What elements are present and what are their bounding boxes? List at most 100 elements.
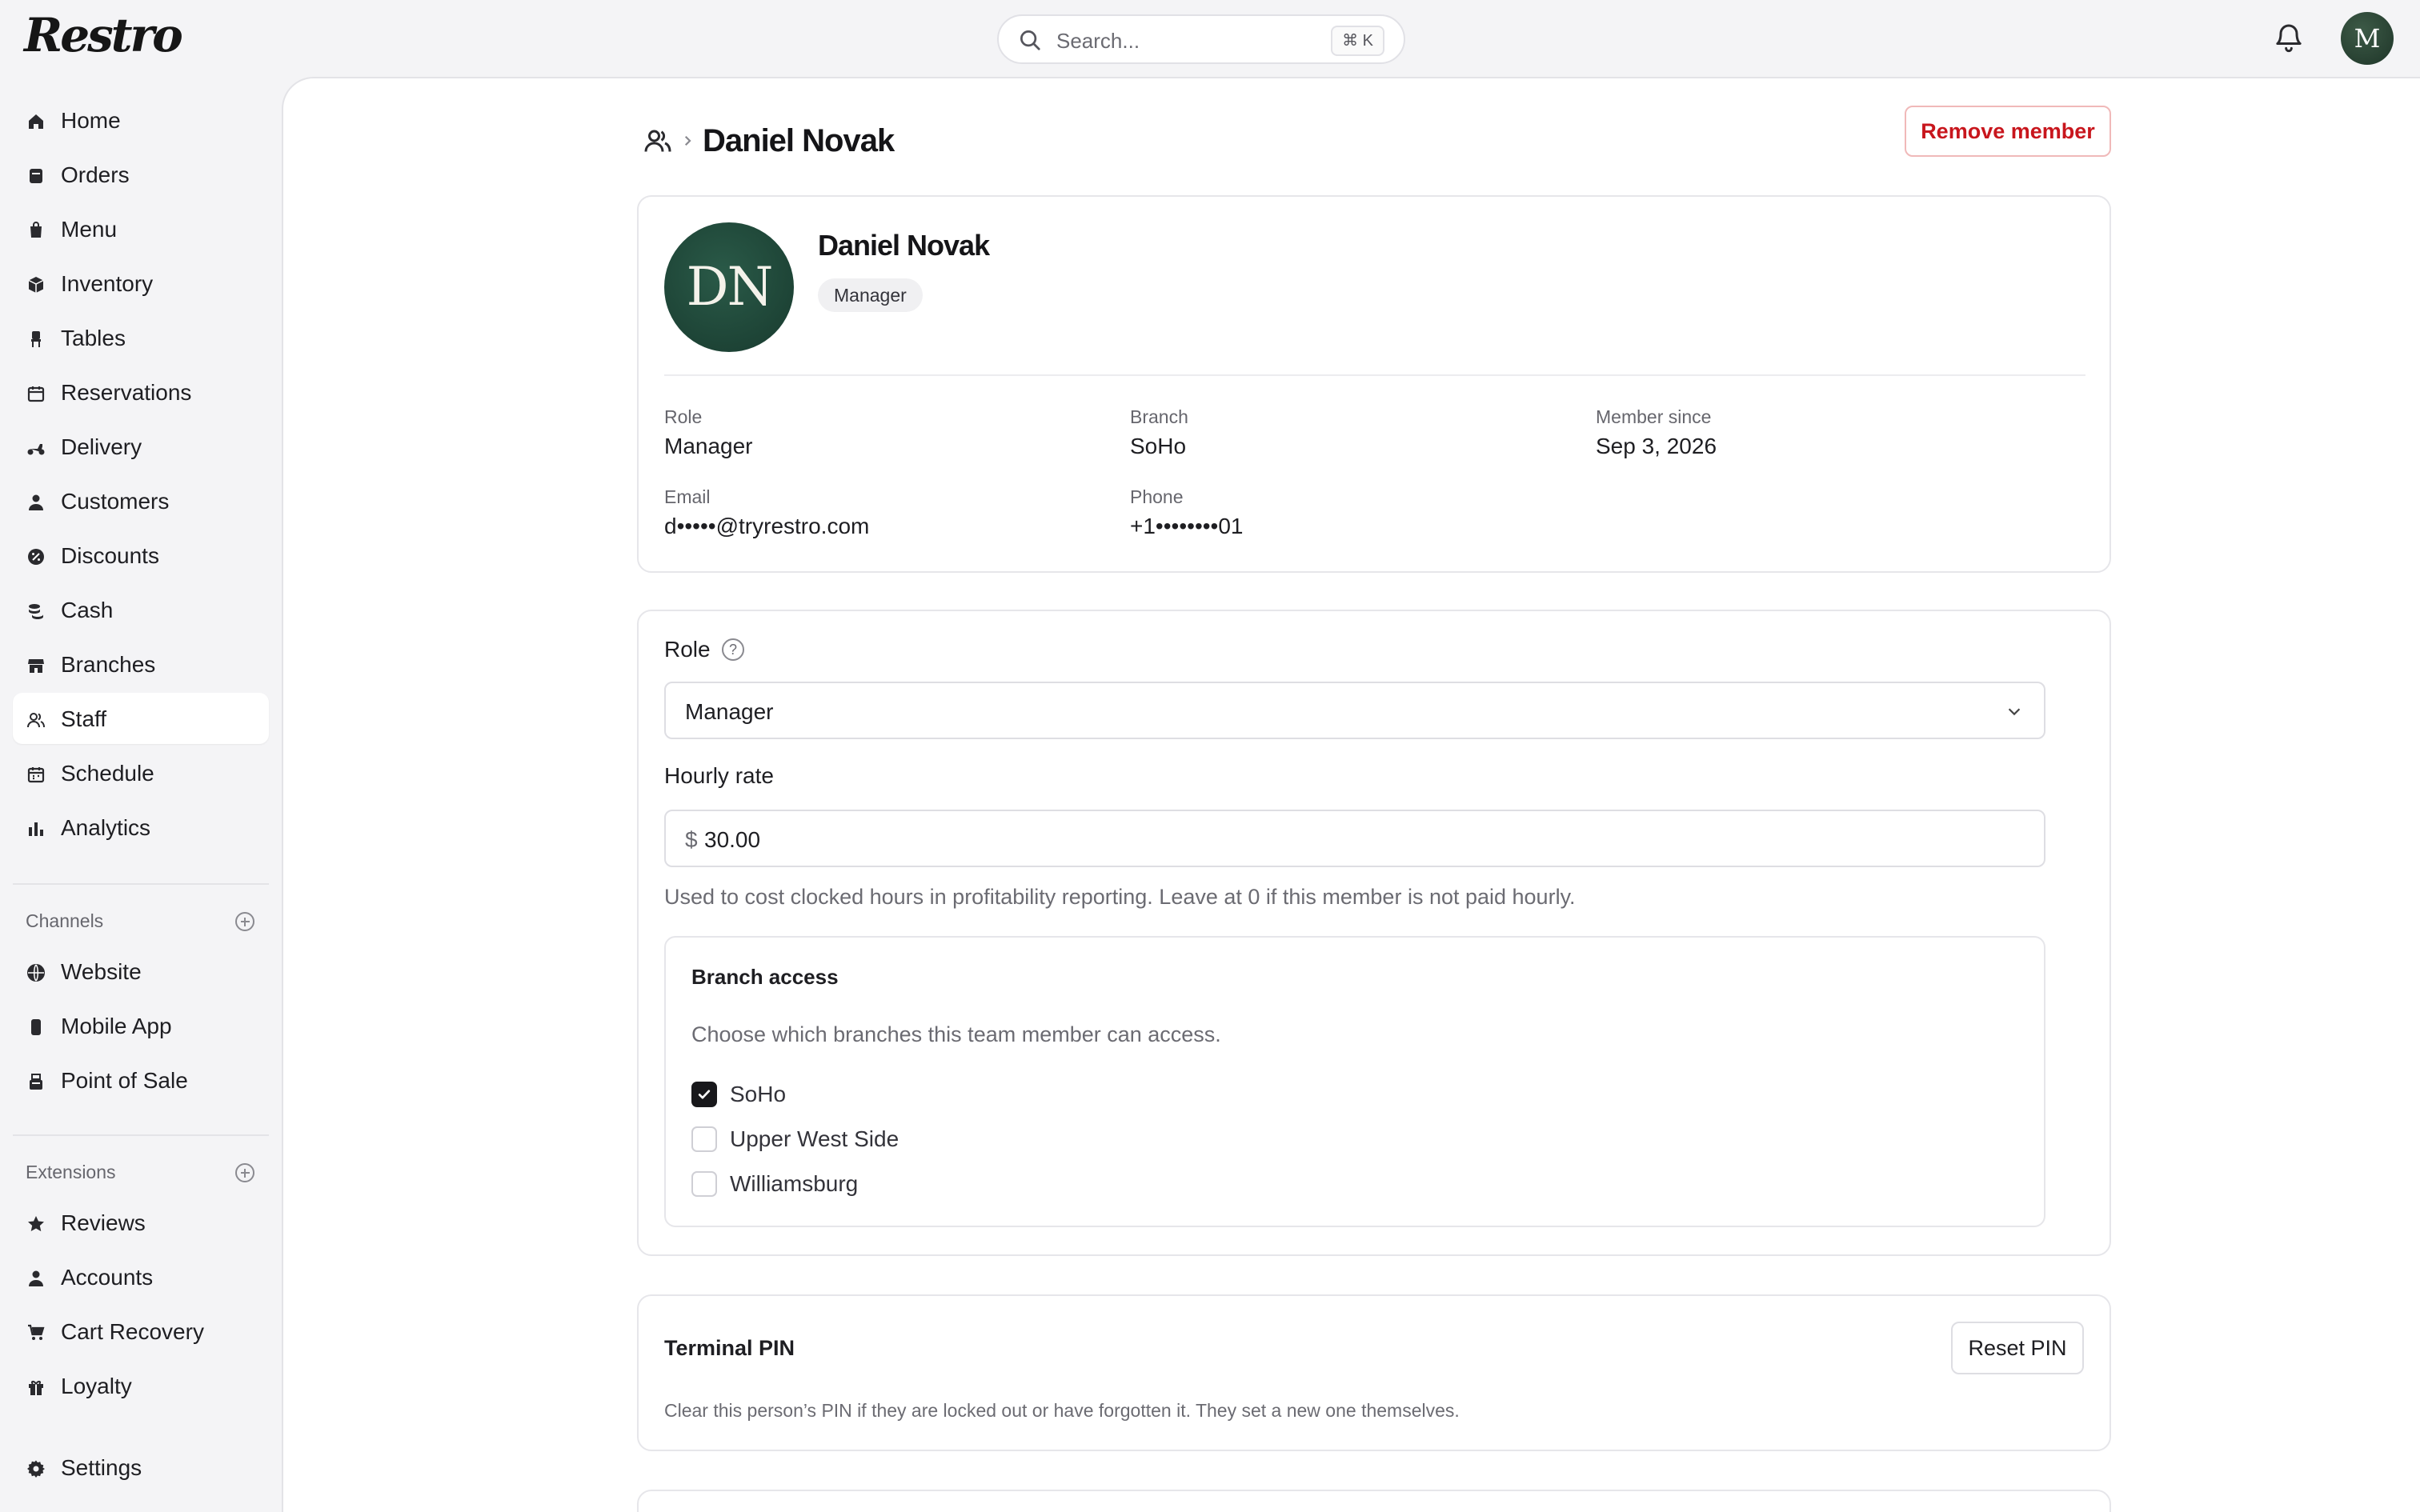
pos-icon: [30, 1074, 42, 1090]
reset-pin-button[interactable]: Reset PIN: [1951, 1322, 2084, 1374]
branch-access-title: Branch access: [691, 965, 839, 989]
role-field-label: Role: [664, 637, 711, 662]
role-select-value: Manager: [685, 699, 774, 724]
chevron-right-icon: [684, 135, 691, 146]
branch-option-williamsburg[interactable]: Williamsburg: [691, 1170, 1012, 1202]
scooter-icon: [27, 444, 45, 455]
branch-value: SoHo: [1130, 434, 1187, 458]
staff-icon[interactable]: [643, 126, 672, 155]
next-section-card: [637, 1490, 2111, 1512]
member-settings-card: Role ? Manager Hourly rate $ 30.00 Used …: [637, 610, 2111, 1256]
sidebar-item-label: Cart Recovery: [61, 1319, 204, 1344]
discount-icon: [28, 549, 44, 565]
sidebar-item-label: Loyalty: [61, 1374, 132, 1398]
card-divider: [664, 374, 2085, 376]
sidebar-item-reservations[interactable]: Reservations: [13, 366, 269, 418]
sidebar-item-label: Customers: [61, 489, 170, 514]
sidebar-item-website[interactable]: Website: [13, 946, 269, 997]
sidebar-item-discounts[interactable]: Discounts: [13, 530, 269, 581]
add-channel-icon[interactable]: [235, 912, 254, 931]
globe-icon: [27, 964, 45, 982]
main-content: Daniel Novak Remove member DN Daniel Nov…: [282, 77, 2420, 1512]
sidebar-item-label: Website: [61, 959, 142, 984]
person-icon: [29, 1270, 43, 1286]
branch-label: Branch: [1130, 406, 1188, 427]
phone-label: Phone: [1130, 486, 1184, 507]
sidebar-item-schedule[interactable]: Schedule: [13, 747, 269, 798]
sidebar-item-orders[interactable]: Orders: [13, 149, 269, 200]
sidebar-item-cart-recovery[interactable]: Cart Recovery: [13, 1306, 269, 1357]
sidebar-item-staff[interactable]: Staff: [13, 693, 269, 744]
sidebar-item-label: Cash: [61, 598, 114, 622]
search-bar[interactable]: Search... ⌘ K: [997, 14, 1405, 64]
checkbox-checked[interactable]: [691, 1082, 717, 1107]
bar-chart-icon: [29, 822, 43, 836]
sidebar-item-label: Staff: [61, 706, 107, 731]
help-icon[interactable]: ?: [722, 638, 744, 661]
sidebar-item-customers[interactable]: Customers: [13, 475, 269, 526]
channels-heading: Channels: [26, 910, 104, 931]
branch-option-soho[interactable]: SoHo: [691, 1080, 1012, 1112]
member-since-value: Sep 3, 2026: [1596, 434, 1717, 458]
remove-member-button[interactable]: Remove member: [1905, 106, 2111, 157]
sidebar-item-mobile-app[interactable]: Mobile App: [13, 1000, 269, 1051]
hourly-rate-input[interactable]: $ 30.00: [664, 810, 2045, 867]
search-placeholder: Search...: [1056, 29, 1140, 53]
coins-icon: [29, 604, 43, 619]
sidebar-item-settings[interactable]: Settings: [13, 1442, 269, 1493]
sidebar-item-tables[interactable]: Tables: [13, 312, 269, 363]
checkbox-unchecked[interactable]: [691, 1126, 717, 1152]
sidebar-item-menu[interactable]: Menu: [13, 203, 269, 254]
home-icon: [29, 114, 43, 129]
member-since-label: Member since: [1596, 406, 1712, 427]
checkbox-unchecked[interactable]: [691, 1171, 717, 1197]
sidebar-item-loyalty[interactable]: Loyalty: [13, 1360, 269, 1411]
branch-access-description: Choose which branches this team member c…: [691, 1022, 1221, 1046]
sidebar-item-label: Inventory: [61, 271, 154, 296]
breadcrumb: Daniel Novak: [643, 114, 1044, 170]
branch-option-upper-west-side[interactable]: Upper West Side: [691, 1125, 1012, 1157]
sidebar-item-label: Reviews: [61, 1210, 146, 1235]
sidebar-divider: [13, 1134, 269, 1136]
terminal-pin-description: Clear this person’s PIN if they are lock…: [664, 1400, 1460, 1421]
sidebar-item-analytics[interactable]: Analytics: [13, 802, 269, 853]
profile-card: DN Daniel Novak Manager Role Manager Bra…: [637, 195, 2111, 573]
staff-icon: [27, 713, 45, 728]
store-icon: [28, 659, 44, 673]
currency-prefix: $: [685, 827, 698, 852]
phone-icon: [31, 1019, 41, 1035]
sidebar-item-point-of-sale[interactable]: Point of Sale: [13, 1054, 269, 1106]
email-value: d•••••@tryrestro.com: [664, 514, 870, 538]
sidebar-item-label: Delivery: [61, 434, 142, 459]
member-avatar: DN: [664, 222, 794, 352]
sidebar-item-cash[interactable]: Cash: [13, 584, 269, 635]
person-icon: [29, 494, 43, 510]
sidebar-item-label: Mobile App: [61, 1014, 172, 1038]
sidebar-item-label: Tables: [61, 326, 126, 350]
sidebar-item-branches[interactable]: Branches: [13, 638, 269, 690]
sidebar-divider: [13, 883, 269, 885]
sidebar-item-label: Discounts: [61, 543, 159, 568]
page-title: Daniel Novak: [703, 123, 895, 158]
sidebar-item-home[interactable]: Home: [13, 94, 269, 146]
branch-option-label: Williamsburg: [730, 1171, 859, 1196]
hourly-rate-value: 30.00: [704, 827, 761, 852]
user-avatar[interactable]: M: [2341, 12, 2394, 65]
search-shortcut-badge: ⌘ K: [1331, 26, 1384, 56]
sidebar-item-accounts[interactable]: Accounts: [13, 1251, 269, 1302]
calendar-icon: [27, 386, 45, 402]
role-select[interactable]: Manager: [664, 682, 2045, 739]
chevron-down-icon: [2008, 708, 2021, 716]
sidebar-item-inventory[interactable]: Inventory: [13, 258, 269, 309]
sidebar-item-reviews[interactable]: Reviews: [13, 1197, 269, 1248]
phone-value: +1••••••••01: [1130, 514, 1244, 538]
role-value: Manager: [664, 434, 753, 458]
sidebar-item-delivery[interactable]: Delivery: [13, 421, 269, 472]
add-extension-icon[interactable]: [235, 1163, 254, 1182]
notification-bell-icon[interactable]: [2273, 21, 2305, 54]
sidebar-item-label: Analytics: [61, 815, 151, 840]
sidebar-item-label: Branches: [61, 652, 156, 677]
hourly-rate-label: Hourly rate: [664, 763, 774, 788]
sidebar-item-label: Menu: [61, 217, 118, 242]
restro-logo[interactable]: Restro: [24, 8, 183, 62]
